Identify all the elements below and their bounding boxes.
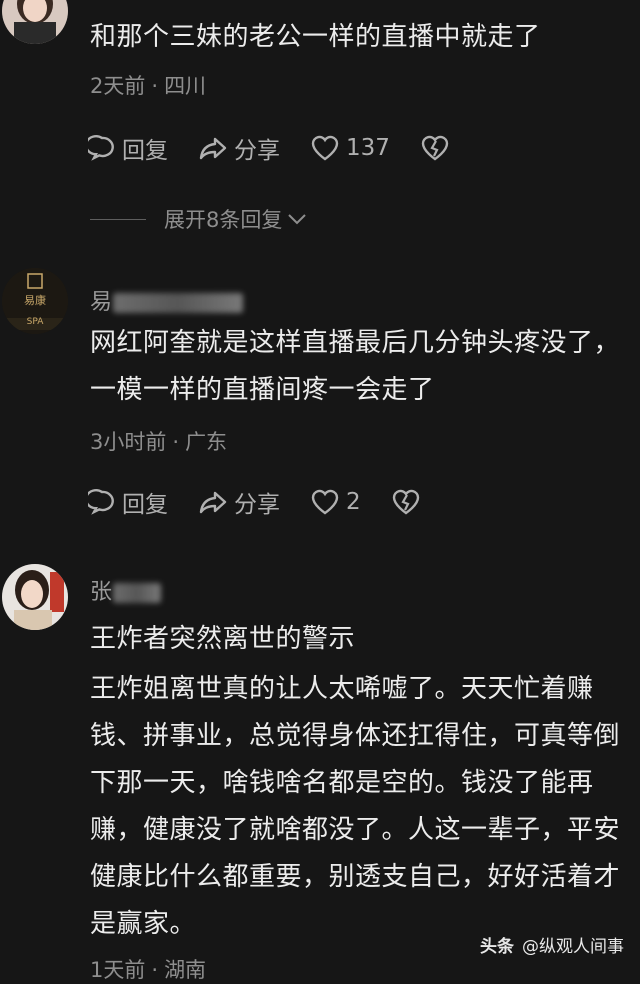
reply-button[interactable]: 回复 [88,485,168,519]
comment-actions: 回复 分享 2 [88,486,457,518]
heart-icon [311,489,339,515]
reply-label: 回复 [122,138,168,164]
username-visible: 张 [90,580,114,605]
comment-time: 3小时前 [90,430,167,454]
username[interactable]: 易 [90,284,244,316]
chevron-down-icon [288,214,307,225]
share-button[interactable]: 分享 [198,131,280,165]
watermark: 头条 @纵观人间事 [480,932,624,957]
like-button[interactable]: 2 [310,488,361,516]
like-count: 137 [346,135,390,161]
comment-location: 湖南 [164,958,207,982]
share-icon [199,491,227,514]
avatar[interactable] [2,0,68,44]
avatar[interactable]: 易康 SPA [2,268,68,334]
comment-meta: 3小时前 · 广东 [90,426,227,456]
username-blurred [113,293,244,313]
comment-meta: 1天前 · 湖南 [90,954,206,984]
watermark-brand: 头条 [480,937,514,957]
heart-icon [311,135,339,161]
like-button[interactable]: 137 [310,134,390,162]
dislike-button[interactable] [391,488,427,516]
broken-heart-icon [392,489,419,515]
comment-title: 王炸者突然离世的警示 [90,624,356,654]
comment-actions: 回复 分享 137 [88,132,486,164]
expand-replies[interactable]: 展开8条回复 [90,204,308,234]
meta-separator: · [172,430,180,454]
divider [90,218,146,220]
reply-icon [88,135,114,161]
dislike-button[interactable] [420,134,456,162]
meta-separator: · [151,958,159,982]
comment-location: 四川 [164,74,207,98]
reply-icon [88,489,114,515]
comment-meta: 2天前 · 四川 [90,70,206,100]
broken-heart-icon [421,135,449,161]
expand-replies-label: 展开8条回复 [164,208,283,232]
comment-text: 王炸姐离世真的让人太唏嘘了。天天忙着赚钱、拼事业，总觉得身体还扛得住，可真等倒下… [90,674,621,939]
username-visible: 易 [90,290,114,315]
comment-text: 网红阿奎就是这样直播最后几分钟头疼没了，一模一样的直播间疼一会走了 [90,328,621,405]
comment-text: 和那个三妹的老公一样的直播中就走了 [90,22,541,52]
comment-time: 1天前 [90,958,146,982]
username[interactable]: 张 [90,574,162,606]
share-label: 分享 [234,492,280,518]
comment-location: 广东 [185,430,228,454]
share-icon [199,137,227,160]
reply-label: 回复 [122,492,168,518]
comment-time: 2天前 [90,74,146,98]
like-count: 2 [346,489,361,515]
username-blurred [113,583,162,603]
watermark-account: @纵观人间事 [522,937,624,957]
meta-separator: · [151,74,159,98]
share-button[interactable]: 分享 [198,485,280,519]
avatar-logo-text: 易康 [24,294,46,307]
share-label: 分享 [234,138,280,164]
avatar-sub-text: SPA [26,317,44,327]
avatar[interactable] [2,564,68,630]
reply-button[interactable]: 回复 [88,131,168,165]
